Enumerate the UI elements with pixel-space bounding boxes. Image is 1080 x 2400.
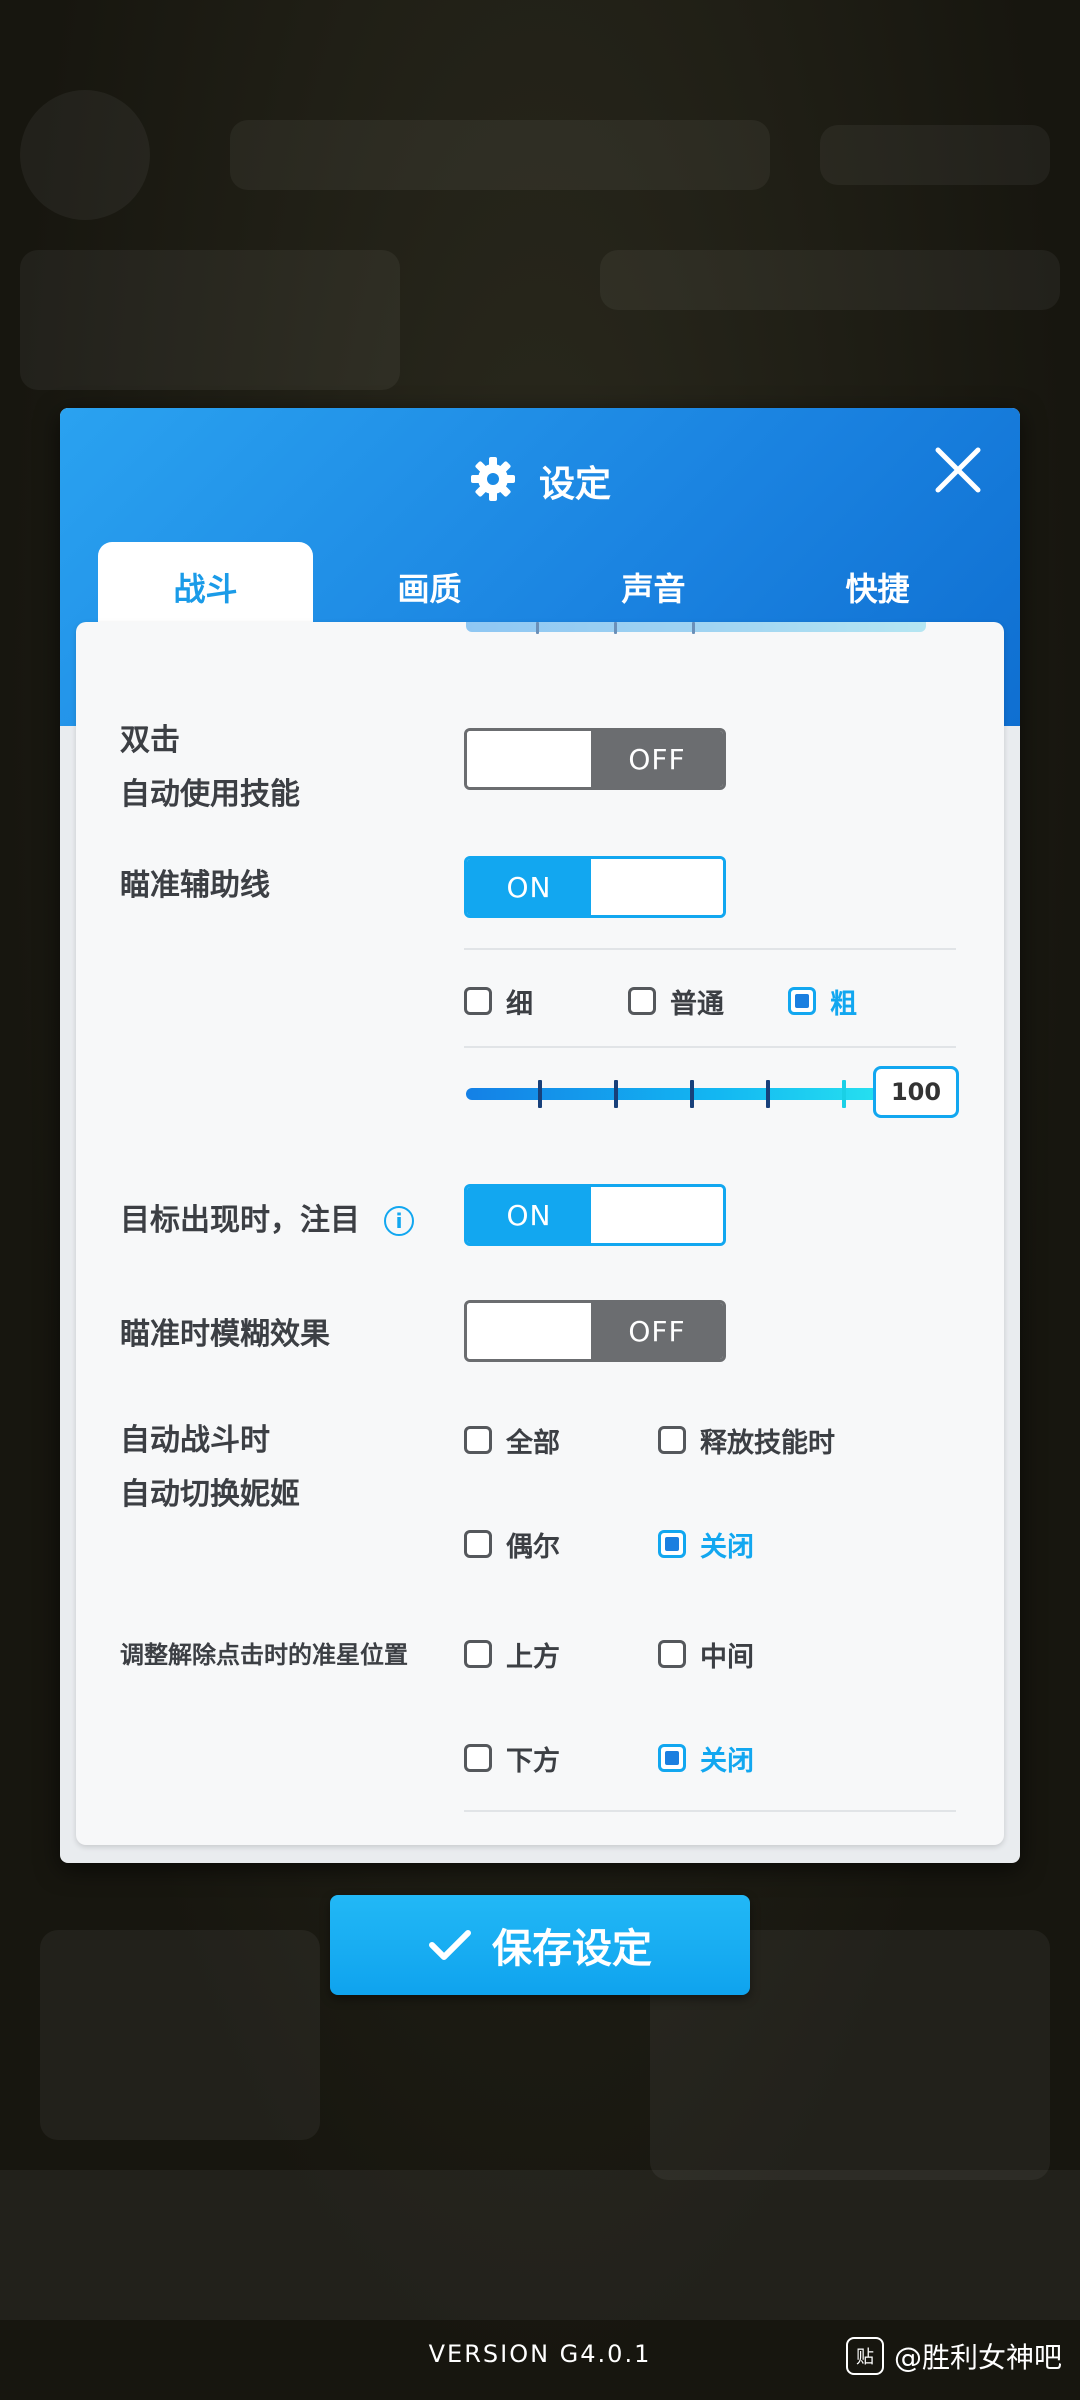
aim-line-label: 瞄准辅助线	[120, 868, 270, 903]
toggle-state-text: OFF	[591, 731, 723, 787]
checkbox[interactable]	[464, 987, 492, 1015]
aim-line-toggle[interactable]: ON	[464, 856, 726, 918]
auto-switch-off-option[interactable]: 关闭	[658, 1522, 754, 1566]
crosshair-off-option[interactable]: 关闭	[658, 1736, 754, 1780]
toggle-state-text: OFF	[591, 1303, 723, 1359]
watermark: 贴 @胜利女神吧	[845, 2336, 1062, 2376]
toggle-state-text: ON	[467, 859, 591, 915]
checkbox[interactable]	[464, 1426, 492, 1454]
aim-line-opacity-slider[interactable]	[466, 1080, 886, 1108]
scrolled-slider-track	[466, 622, 926, 634]
thickness-thin-option[interactable]: 细	[464, 979, 533, 1023]
checkbox[interactable]	[464, 1530, 492, 1558]
auto-switch-skill-option[interactable]: 释放技能时	[658, 1418, 835, 1462]
double-tap-toggle[interactable]: OFF	[464, 728, 726, 790]
bg-notice	[600, 250, 1060, 310]
dialog-title: 设定	[538, 464, 611, 505]
divider	[464, 1046, 956, 1048]
auto-switch-all-option[interactable]: 全部	[464, 1418, 560, 1462]
crosshair-position-label: 调整解除点击时的准星位置	[120, 1641, 408, 1669]
slider-tick	[842, 1080, 846, 1108]
checkbox[interactable]	[658, 1744, 686, 1772]
save-settings-button[interactable]: 保存设定	[330, 1895, 750, 1995]
thickness-thick-option[interactable]: 粗	[788, 979, 857, 1023]
tab-battle[interactable]: 战斗	[98, 542, 313, 632]
checkbox[interactable]	[788, 987, 816, 1015]
tab-shortcut[interactable]: 快捷	[770, 542, 985, 632]
tab-sound[interactable]: 声音	[546, 542, 761, 632]
checkbox[interactable]	[658, 1530, 686, 1558]
slider-value-box[interactable]: 100	[873, 1066, 959, 1118]
save-button-label: 保存设定	[492, 1926, 652, 1972]
bg-resource-bar	[230, 120, 770, 190]
auto-switch-occasional-option[interactable]: 偶尔	[464, 1522, 560, 1566]
close-button[interactable]	[932, 444, 984, 496]
slider-tick	[766, 1080, 770, 1108]
checkbox[interactable]	[464, 1640, 492, 1668]
watermark-text: @胜利女神吧	[893, 2341, 1062, 2374]
double-tap-label-1: 双击	[120, 723, 180, 758]
auto-switch-label-1: 自动战斗时	[120, 1423, 270, 1458]
aim-blur-toggle[interactable]: OFF	[464, 1300, 726, 1362]
target-focus-toggle[interactable]: ON	[464, 1184, 726, 1246]
double-tap-label-2: 自动使用技能	[120, 777, 300, 812]
slider-tick	[538, 1080, 542, 1108]
slider-tick	[690, 1080, 694, 1108]
auto-switch-label-2: 自动切换妮姬	[120, 1477, 300, 1512]
toggle-state-text: ON	[467, 1187, 591, 1243]
crosshair-top-option[interactable]: 上方	[464, 1632, 560, 1676]
slider-tick	[614, 1080, 618, 1108]
bg-bottom-nav	[0, 2170, 1080, 2320]
thickness-normal-option[interactable]: 普通	[628, 979, 724, 1023]
checkbox[interactable]	[658, 1640, 686, 1668]
tieba-logo-icon: 贴	[845, 2337, 884, 2375]
settings-dialog: 设定 战斗 画质 声音 快捷 双击 自动使用技能 OFF 瞄准辅助线 ON 细 …	[60, 408, 1020, 1863]
gear-icon	[469, 455, 517, 507]
bg-top-icons	[820, 125, 1050, 185]
crosshair-bottom-option[interactable]: 下方	[464, 1736, 560, 1780]
check-icon	[429, 1930, 471, 1960]
tab-graphics[interactable]: 画质	[322, 542, 537, 632]
settings-panel[interactable]: 双击 自动使用技能 OFF 瞄准辅助线 ON 细 普通 粗 100 目标出现时，…	[76, 622, 1004, 1845]
close-icon	[935, 447, 981, 493]
bg-avatar	[20, 90, 150, 220]
info-icon[interactable]: i	[384, 1206, 414, 1236]
checkbox[interactable]	[464, 1744, 492, 1772]
crosshair-middle-option[interactable]: 中间	[658, 1632, 754, 1676]
bg-banner	[20, 250, 400, 390]
settings-tabs: 战斗 画质 声音 快捷	[98, 542, 998, 632]
checkbox[interactable]	[658, 1426, 686, 1454]
dialog-title-row: 设定	[60, 446, 1020, 516]
aim-blur-label: 瞄准时模糊效果	[120, 1317, 330, 1352]
divider	[464, 948, 956, 950]
checkbox[interactable]	[628, 987, 656, 1015]
divider	[464, 1810, 956, 1812]
bg-event-card	[40, 1930, 320, 2140]
target-focus-label: 目标出现时，注目	[120, 1203, 360, 1238]
